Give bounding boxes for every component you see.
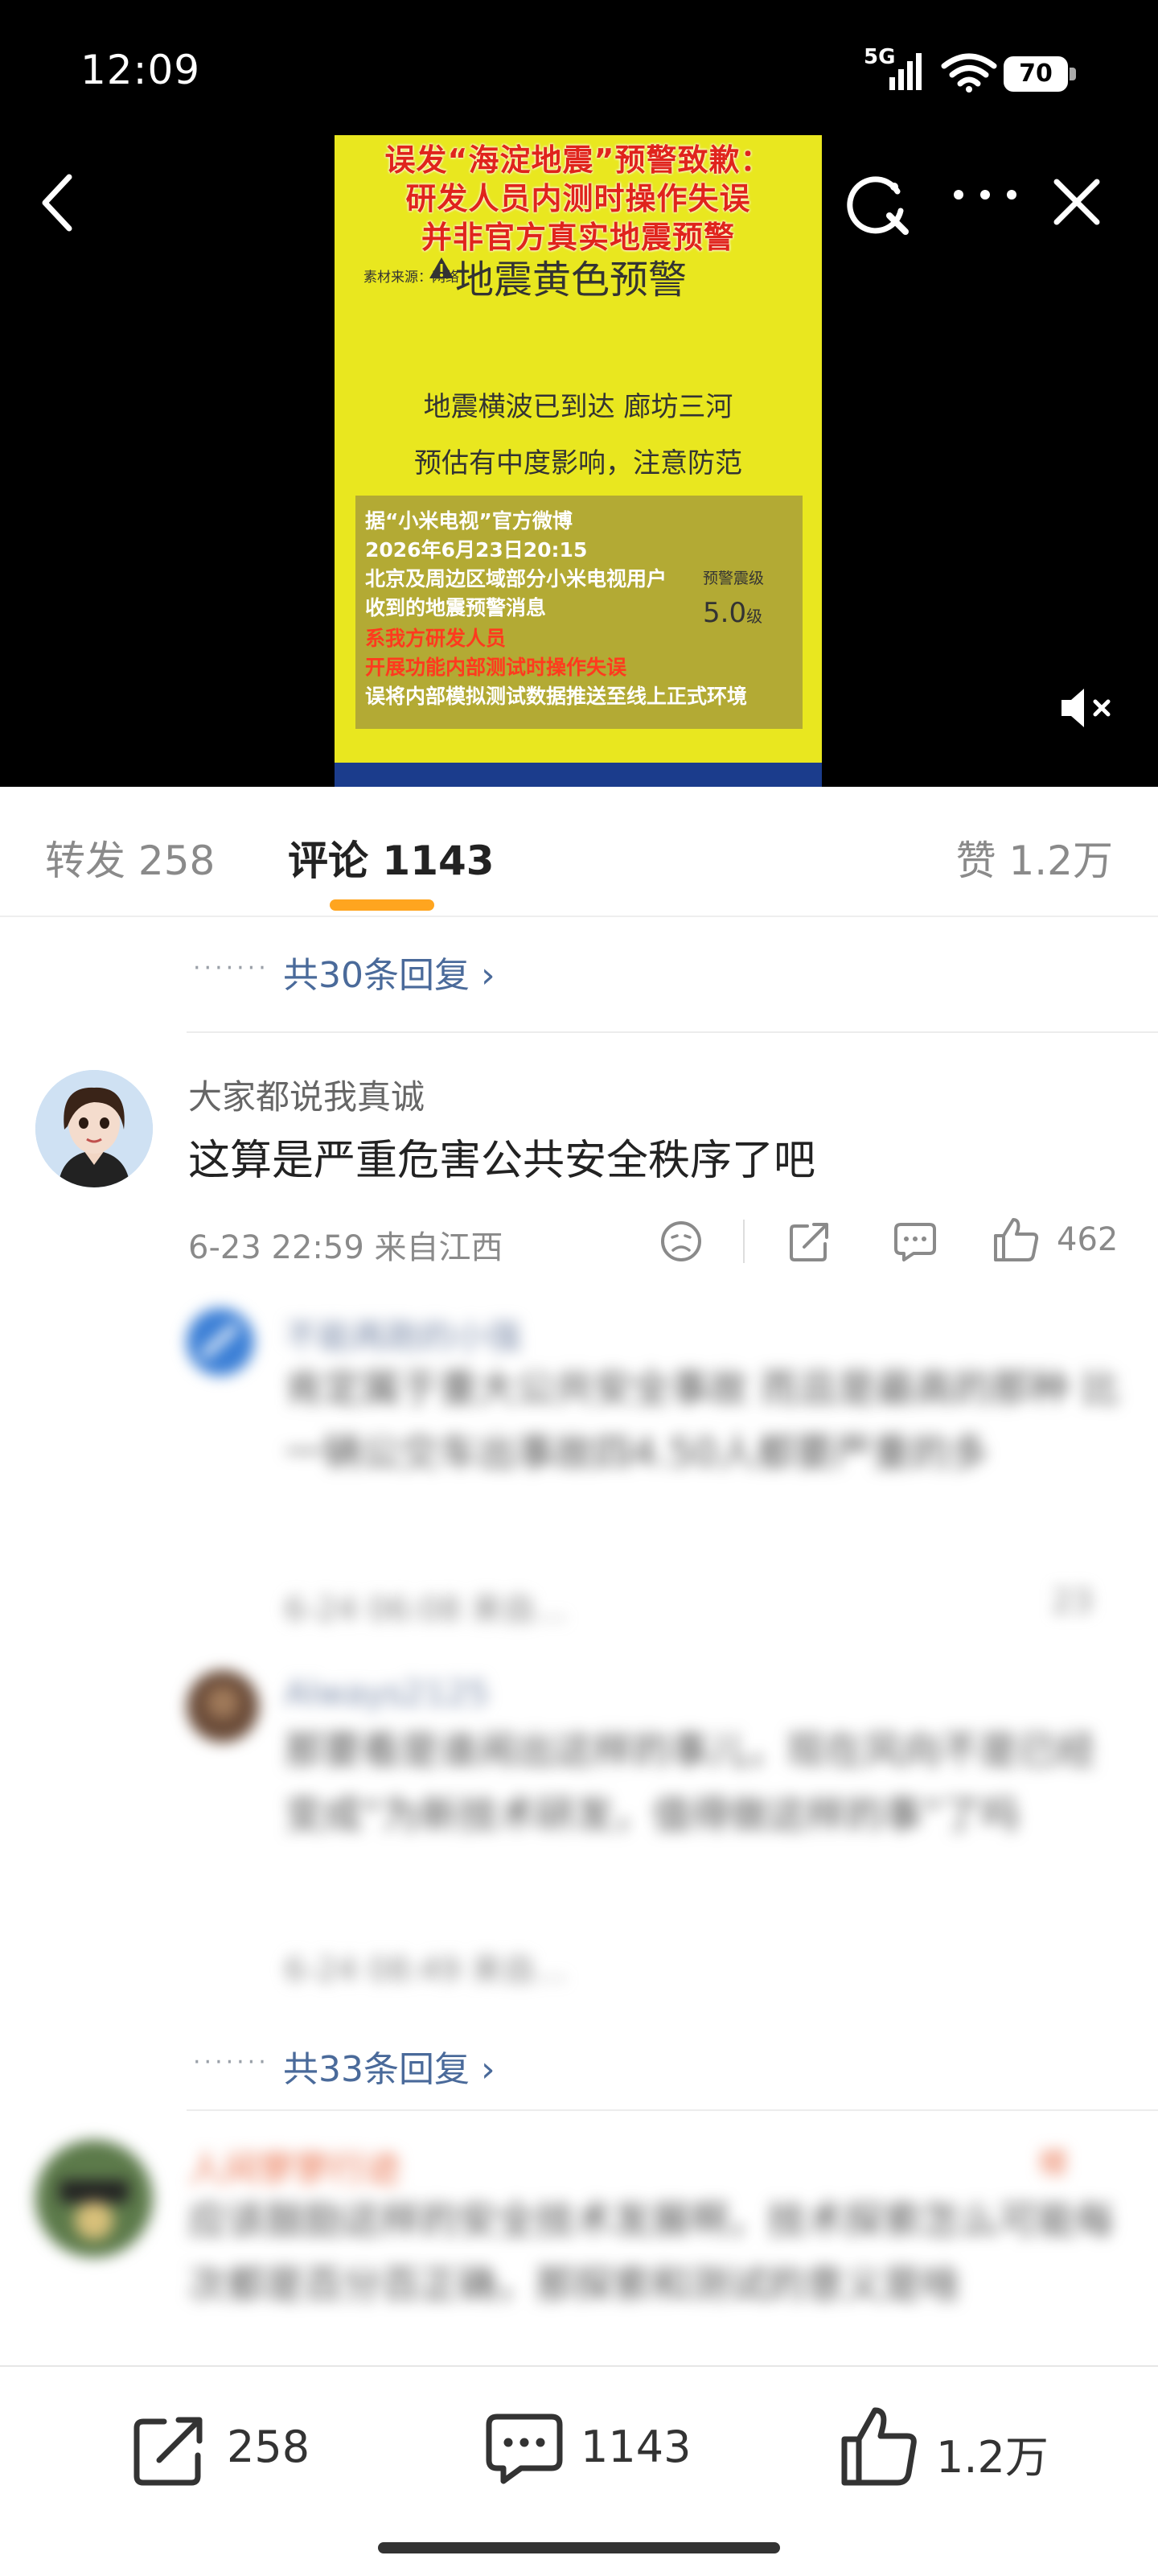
share-icon[interactable] [130,2412,207,2489]
reply-username: 不能再跑的小强 [285,1317,522,1356]
poster-info-line: 2026年6月23日20:15 [365,538,588,562]
more-icon[interactable] [951,187,1020,203]
comment-username: 人间寥寥行迹 [188,2149,400,2190]
like-icon[interactable] [992,1216,1041,1263]
video-poster: 误发“海淀地震”预警致歉： 研发人员内测时操作失误 并非官方真实地震预警 素材来… [335,135,822,787]
reply-meta: 6-24 06:08 来自… [285,1591,568,1628]
comment-text: 应该鼓励这样的安全技术发展啊，技术探索怎么可能每次都是百分百正确，那探索和测试的… [188,2198,1115,2307]
mute-icon[interactable] [1058,684,1123,732]
tab-repost[interactable]: 转发 258 [45,829,215,887]
reply-text: 肯定属于重大公共安全事故 而且是最高的那种 比一辆公交车出事故四4.50人都要严… [285,1366,1120,1475]
avatar [35,2140,153,2257]
avatar [187,1308,254,1376]
reply-meta: 6-24 08:49 来自… [285,1952,568,1989]
reply-item[interactable]: Always2125 那要看是谁闹出这样的事儿，现在风向不是已经变成“为新技术研… [177,1662,1142,1992]
poster-info-line: 误将内部模拟测试数据推送至线上正式环境 [365,685,748,708]
poster-info-box: 据“小米电视”官方微博 2026年6月23日20:15 北京及周边区域部分小米电… [355,496,803,729]
like-icon[interactable] [840,2405,920,2488]
comment-icon[interactable] [893,1221,938,1263]
like-count: 462 [1057,1221,1119,1258]
comment-icon[interactable] [484,2412,565,2486]
active-tab-indicator [330,899,434,911]
back-icon[interactable] [37,172,77,233]
poster-message: 预估有中度影响，注意防范 [414,447,742,479]
comment-count[interactable]: 1143 [581,2422,691,2472]
comment-meta: 6-23 22:59 来自江西 [188,1229,503,1266]
search-icon[interactable] [844,169,917,241]
more-replies-link[interactable]: 共30条回复 › [283,946,495,998]
poster-info-line: 收到的地震预警消息 [365,596,547,619]
reply-like-count: 23 [1052,1583,1093,1620]
reply-dots: ······· [193,954,269,982]
reply-item[interactable]: 不能再跑的小强 肯定属于重大公共安全事故 而且是最高的那种 比一辆公交车出事故四… [177,1300,1142,1638]
poster-headline: 误发“海淀地震”预警致歉： [384,142,772,178]
close-icon[interactable] [1052,177,1102,227]
reply-text: 那要看是谁闹出这样的事儿，现在风向不是已经变成“为新技术研发，值得做这样的事”了… [285,1728,1096,1837]
poster-level-label: 预警震级 [703,570,765,587]
poster-info-line: 北京及周边区域部分小米电视用户 [365,567,667,591]
poster-level-value: 5.0级 [703,597,762,629]
poster-info-line: 开展功能内部测试时操作失误 [365,656,627,679]
home-indicator[interactable] [378,2542,780,2553]
poster-bottom-strip [335,763,822,787]
signal-icon [889,53,922,90]
status-time: 12:09 [80,47,201,93]
battery-level: 70 [1004,56,1068,92]
like-count[interactable]: 1.2万 [936,2422,1049,2485]
avatar[interactable] [35,1070,153,1187]
avatar [187,1670,259,1743]
warning-icon [429,257,454,278]
more-replies-link[interactable]: 共33条回复 › [283,2040,495,2092]
comment-username[interactable]: 大家都说我真诚 [188,1070,425,1119]
poster-info-line: 系我方研发人员 [365,627,507,650]
divider [187,1031,1158,1033]
poster-info-line: 据“小米电视”官方微博 [365,509,573,533]
comment-tag: 楼 [1039,2147,1069,2180]
share-icon[interactable] [788,1220,832,1263]
share-count[interactable]: 258 [227,2422,310,2472]
poster-headline: 研发人员内测时操作失误 [405,181,751,216]
poster-message: 地震横波已到达 廊坊三河 [423,391,733,423]
comment-text: 这算是严重危害公共安全秩序了吧 [188,1137,816,1185]
reply-dots: ······· [193,2048,269,2076]
level-unit: 级 [746,607,763,626]
dislike-face-icon[interactable] [659,1220,703,1263]
reply-username: Always2125 [285,1673,490,1713]
poster-warning-title: 地震黄色预警 [455,257,688,302]
comment-item[interactable]: 人间寥寥行迹 楼 应该鼓励这样的安全技术发展啊，技术探索怎么可能每次都是百分百正… [24,2124,1150,2365]
battery-tip [1070,68,1076,80]
wifi-icon [941,53,997,93]
level-number: 5.0 [703,597,747,629]
tab-likes[interactable]: 赞 1.2万 [956,829,1113,887]
tab-comments[interactable]: 评论 1143 [288,829,495,887]
divider [743,1220,745,1263]
divider [187,2109,1158,2111]
